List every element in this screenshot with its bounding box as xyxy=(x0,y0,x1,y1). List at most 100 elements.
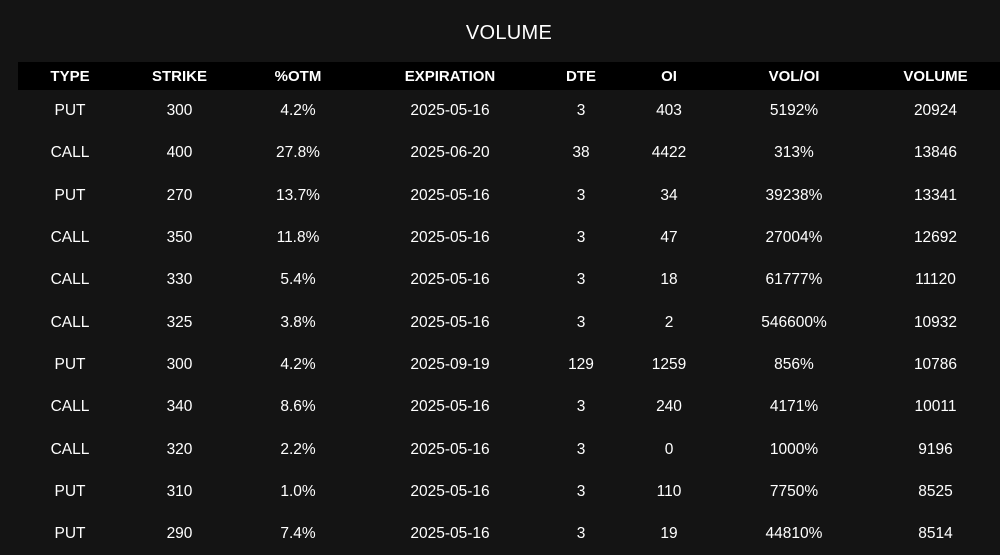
cell-otm: 4.2% xyxy=(280,102,316,120)
cell-otm: 7.4% xyxy=(280,525,316,543)
cell-strike: 340 xyxy=(166,398,193,416)
cell-type: CALL xyxy=(50,229,90,247)
cell-strike: 325 xyxy=(166,313,193,331)
cell-expiration: 2025-09-19 xyxy=(410,355,490,373)
cell-type: CALL xyxy=(50,271,90,289)
cell-expiration: 2025-05-16 xyxy=(410,440,490,458)
cell-dte: 38 xyxy=(572,144,590,162)
cell-volume: 12692 xyxy=(913,229,958,247)
cell-oi: 240 xyxy=(656,398,682,416)
cell-expiration: 2025-05-16 xyxy=(410,313,490,331)
cell-expiration: 2025-06-20 xyxy=(410,144,490,162)
cell-volume: 10932 xyxy=(913,313,958,331)
cell-dte: 3 xyxy=(576,482,586,500)
cell-vol-oi: 4171% xyxy=(769,398,819,416)
cell-type: PUT xyxy=(54,525,86,543)
cell-volume: 20924 xyxy=(913,102,958,120)
cell-oi: 47 xyxy=(660,229,678,247)
cell-otm: 3.8% xyxy=(280,313,316,331)
table-body: PUT 300 4.2% 2025-05-16 3 403 5192% 20924 CALL 40… xyxy=(18,90,1000,555)
cell-type: PUT xyxy=(54,482,86,500)
cell-oi: 18 xyxy=(660,271,678,289)
cell-dte: 3 xyxy=(576,313,586,331)
cell-strike: 320 xyxy=(166,440,193,458)
cell-dte: 3 xyxy=(576,271,586,289)
cell-type: CALL xyxy=(50,398,90,416)
cell-volume: 9196 xyxy=(918,440,953,458)
cell-oi: 4422 xyxy=(651,144,687,162)
cell-otm: 4.2% xyxy=(280,355,316,373)
table-row[interactable]: PUT 300 4.2% 2025-09-19 129 1259 856% 10786 xyxy=(18,344,1000,386)
cell-otm: 27.8% xyxy=(276,144,320,162)
column-header-expiration[interactable]: EXPIRATION xyxy=(359,62,541,90)
cell-expiration: 2025-05-16 xyxy=(410,102,490,120)
table-row[interactable]: PUT 300 4.2% 2025-05-16 3 403 5192% 20924 xyxy=(18,90,1000,132)
cell-type: CALL xyxy=(50,440,90,458)
cell-otm: 13.7% xyxy=(276,186,320,204)
cell-type: PUT xyxy=(54,186,86,204)
cell-dte: 3 xyxy=(576,398,586,416)
cell-vol-oi: 27004% xyxy=(765,229,823,247)
column-header-oi[interactable]: OI xyxy=(621,62,717,90)
column-header-otm[interactable]: %OTM xyxy=(237,62,359,90)
table-row[interactable]: PUT 290 7.4% 2025-05-16 3 19 44810% 8514 xyxy=(18,513,1000,555)
column-header-strike[interactable]: STRIKE xyxy=(122,62,237,90)
cell-volume: 13846 xyxy=(913,144,958,162)
column-header-dte[interactable]: DTE xyxy=(541,62,621,90)
table-row[interactable]: CALL 400 27.8% 2025-06-20 38 4422 313% 13846 xyxy=(18,132,1000,174)
cell-expiration: 2025-05-16 xyxy=(410,482,490,500)
cell-volume: 8525 xyxy=(918,482,953,500)
cell-oi: 0 xyxy=(664,440,674,458)
options-volume-table: TYPE STRIKE %OTM EXPIRATION DTE OI VOL/O… xyxy=(18,62,1000,555)
cell-vol-oi: 7750% xyxy=(769,482,819,500)
table-header-row: TYPE STRIKE %OTM EXPIRATION DTE OI VOL/O… xyxy=(18,62,1000,90)
cell-expiration: 2025-05-16 xyxy=(410,186,490,204)
cell-vol-oi: 61777% xyxy=(765,271,823,289)
cell-strike: 290 xyxy=(166,525,193,543)
column-header-type[interactable]: TYPE xyxy=(18,62,122,90)
cell-dte: 3 xyxy=(576,102,586,120)
column-header-vol-oi[interactable]: VOL/OI xyxy=(717,62,871,90)
cell-strike: 330 xyxy=(166,271,193,289)
cell-type: CALL xyxy=(50,313,90,331)
cell-expiration: 2025-05-16 xyxy=(410,398,490,416)
cell-oi: 110 xyxy=(656,482,682,500)
cell-dte: 3 xyxy=(576,440,586,458)
cell-vol-oi: 313% xyxy=(774,144,814,162)
cell-oi: 403 xyxy=(656,102,682,120)
cell-expiration: 2025-05-16 xyxy=(410,525,490,543)
table-row[interactable]: CALL 320 2.2% 2025-05-16 3 0 1000% 9196 xyxy=(18,428,1000,470)
cell-strike: 400 xyxy=(166,144,193,162)
cell-oi: 1259 xyxy=(651,355,687,373)
panel-title: VOLUME xyxy=(465,22,553,44)
cell-type: PUT xyxy=(54,355,86,373)
table-row[interactable]: CALL 330 5.4% 2025-05-16 3 18 61777% 11120 xyxy=(18,259,1000,301)
table-row[interactable]: CALL 325 3.8% 2025-05-16 3 2 546600% 10932 xyxy=(18,301,1000,343)
column-header-volume[interactable]: VOLUME xyxy=(871,62,1000,90)
cell-vol-oi: 546600% xyxy=(761,313,827,331)
cell-vol-oi: 44810% xyxy=(765,525,823,543)
cell-strike: 310 xyxy=(166,482,193,500)
cell-oi: 2 xyxy=(664,313,674,331)
cell-dte: 3 xyxy=(576,229,586,247)
cell-volume: 13341 xyxy=(913,186,958,204)
table-row[interactable]: CALL 350 11.8% 2025-05-16 3 47 27004% 12692 xyxy=(18,217,1000,259)
cell-strike: 300 xyxy=(166,355,193,373)
cell-oi: 34 xyxy=(660,186,678,204)
cell-strike: 350 xyxy=(166,229,193,247)
cell-otm: 11.8% xyxy=(276,229,320,247)
cell-strike: 270 xyxy=(166,186,193,204)
cell-expiration: 2025-05-16 xyxy=(410,229,490,247)
table-row[interactable]: PUT 270 13.7% 2025-05-16 3 34 39238% 13341 xyxy=(18,175,1000,217)
cell-otm: 8.6% xyxy=(280,398,316,416)
table-row[interactable]: CALL 340 8.6% 2025-05-16 3 240 4171% 10011 xyxy=(18,386,1000,428)
cell-expiration: 2025-05-16 xyxy=(410,271,490,289)
table-row[interactable]: PUT 310 1.0% 2025-05-16 3 110 7750% 8525 xyxy=(18,471,1000,513)
cell-dte: 3 xyxy=(576,186,586,204)
cell-vol-oi: 39238% xyxy=(765,186,823,204)
cell-dte: 3 xyxy=(576,525,586,543)
cell-volume: 10786 xyxy=(913,355,958,373)
cell-volume: 8514 xyxy=(918,525,953,543)
cell-type: CALL xyxy=(50,144,90,162)
cell-vol-oi: 5192% xyxy=(769,102,819,120)
